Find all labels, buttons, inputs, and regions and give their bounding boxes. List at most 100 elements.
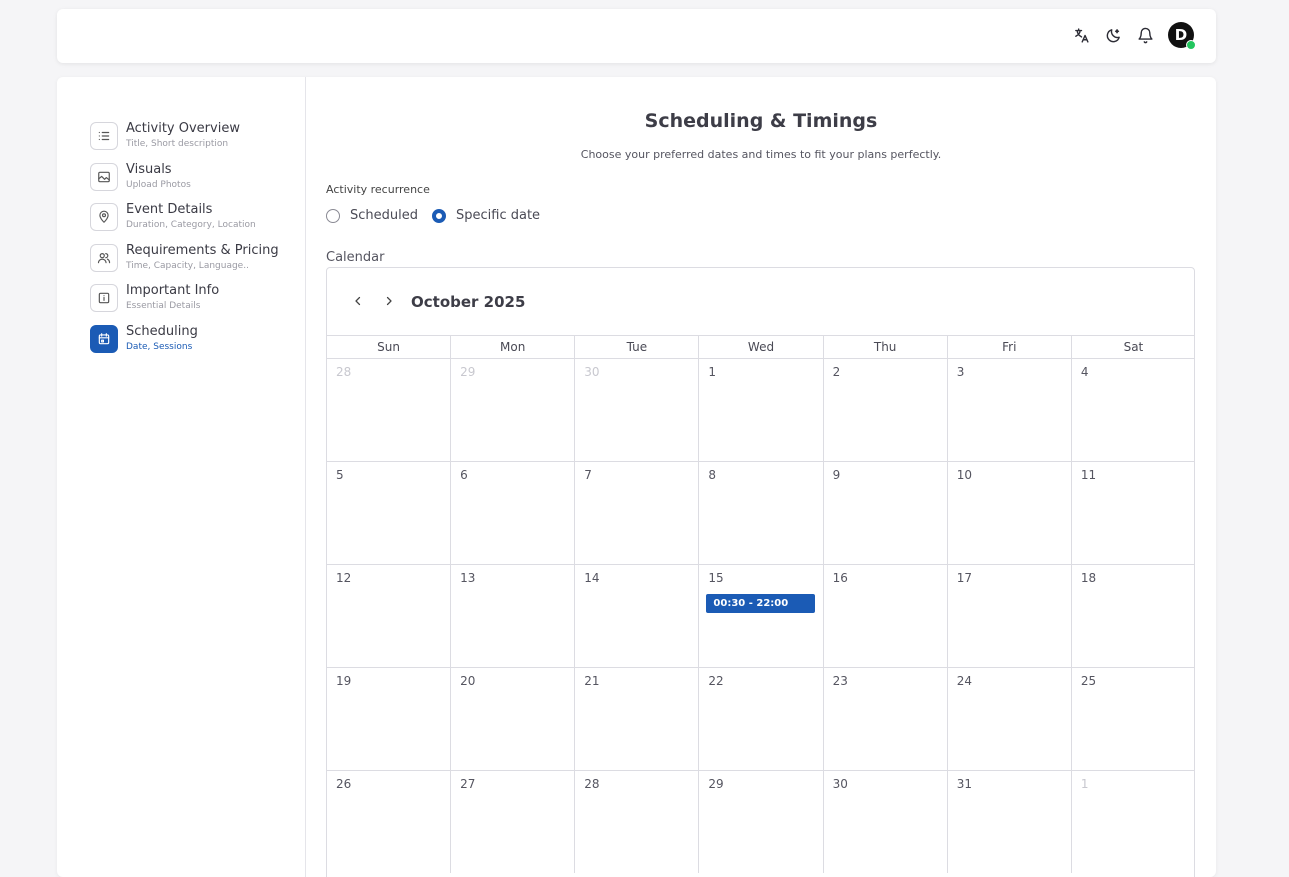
day-number: 16 — [832, 571, 848, 585]
calendar-day-cell[interactable]: 21 — [574, 667, 699, 770]
calendar-day-cell[interactable]: 1 — [698, 358, 823, 461]
page-subtitle: Choose your preferred dates and times to… — [580, 148, 942, 161]
calendar-day-cell[interactable]: 5 — [326, 461, 451, 564]
recurrence-label: Activity recurrence — [326, 183, 430, 196]
translate-icon[interactable] — [1072, 26, 1090, 44]
step-title: Requirements & Pricing — [126, 242, 279, 258]
calendar-day-cell[interactable]: 15 00:30 - 22:00 — [698, 564, 823, 667]
calendar-day-cell[interactable]: 10 — [946, 461, 1071, 564]
day-number: 14 — [584, 571, 600, 585]
main-panel: Scheduling & Timings Choose your preferr… — [306, 77, 1216, 877]
day-number: 7 — [584, 468, 592, 482]
calendar-day-cell[interactable]: 26 — [326, 770, 451, 873]
calendar-day-cell[interactable]: 27 — [450, 770, 575, 873]
calendar-day-cell[interactable]: 6 — [450, 461, 575, 564]
weekday-header: Mon — [450, 335, 575, 358]
calendar-day-cell[interactable]: 2 — [822, 358, 947, 461]
calendar-day-cell[interactable]: 30 — [822, 770, 947, 873]
day-number: 25 — [1080, 674, 1097, 688]
step-subtitle: Upload Photos — [126, 179, 191, 190]
calendar-day-cell[interactable]: 28 — [326, 358, 451, 461]
calendar-day-cell[interactable]: 4 — [1070, 358, 1195, 461]
day-number: 4 — [1080, 365, 1089, 379]
chevron-left-icon[interactable] — [351, 294, 365, 308]
step-important-info[interactable]: Important Info Essential Details — [90, 283, 279, 324]
radio-scheduled[interactable]: Scheduled — [326, 208, 418, 223]
calendar-day-cell[interactable]: 18 — [1070, 564, 1195, 667]
day-number: 2 — [832, 365, 841, 379]
calendar-day-cell[interactable]: 12 — [326, 564, 451, 667]
step-activity-overview[interactable]: Activity Overview Title, Short descripti… — [90, 121, 279, 162]
calendar-day-cell[interactable]: 31 — [946, 770, 1071, 873]
calendar-day-cell[interactable]: 29 — [698, 770, 823, 873]
calendar-day-cell[interactable]: 24 — [946, 667, 1071, 770]
calendar-day-cell[interactable]: 22 — [698, 667, 823, 770]
calendar-day-cell[interactable]: 3 — [946, 358, 1071, 461]
calendar-day-cell[interactable]: 1 — [1070, 770, 1195, 873]
day-number: 3 — [956, 365, 965, 379]
day-number: 30 — [832, 777, 848, 791]
top-bar: D — [57, 9, 1216, 63]
radio-unchecked-icon — [326, 208, 340, 223]
users-icon — [90, 243, 118, 272]
radio-label: Specific date — [456, 208, 541, 223]
step-requirements-pricing[interactable]: Requirements & Pricing Time, Capacity, L… — [90, 243, 279, 284]
day-number: 6 — [460, 468, 468, 482]
calendar-day-cell[interactable]: 28 — [574, 770, 699, 873]
weekday-header: Thu — [822, 335, 947, 358]
calendar-event[interactable]: 00:30 - 22:00 — [706, 594, 816, 613]
day-number: 18 — [1080, 571, 1097, 585]
day-number: 20 — [460, 674, 476, 688]
content-card: Activity Overview Title, Short descripti… — [57, 77, 1216, 877]
day-number: 29 — [460, 365, 476, 379]
chevron-right-icon[interactable] — [382, 294, 396, 308]
day-number: 12 — [336, 571, 352, 585]
calendar-day-cell[interactable]: 20 — [450, 667, 575, 770]
calendar-day-cell[interactable]: 23 — [822, 667, 947, 770]
step-subtitle: Time, Capacity, Language.. — [126, 260, 249, 271]
dark-mode-icon[interactable] — [1104, 26, 1122, 44]
avatar-letter: D — [1174, 25, 1188, 44]
calendar-day-cell[interactable]: 19 — [326, 667, 451, 770]
weekday-header: Sat — [1070, 335, 1195, 358]
calendar-day-cell[interactable]: 9 — [822, 461, 947, 564]
step-visuals[interactable]: Visuals Upload Photos — [90, 162, 279, 203]
step-scheduling[interactable]: Scheduling Date, Sessions — [90, 324, 279, 365]
image-icon — [90, 162, 118, 191]
calendar-day-cell[interactable]: 11 — [1070, 461, 1195, 564]
online-status-dot — [1186, 40, 1196, 50]
step-list: Activity Overview Title, Short descripti… — [90, 121, 279, 364]
day-number: 23 — [832, 674, 848, 688]
day-number: 13 — [460, 571, 476, 585]
header-actions: D — [1072, 22, 1196, 50]
calendar-day-cell[interactable]: 17 — [946, 564, 1071, 667]
calendar-day-cell[interactable]: 13 — [450, 564, 575, 667]
avatar[interactable]: D — [1168, 22, 1196, 50]
step-subtitle: Duration, Category, Location — [126, 220, 256, 230]
step-title: Important Info — [126, 283, 220, 298]
calendar-day-cell[interactable]: 30 — [574, 358, 699, 461]
calendar-month-title: October 2025 — [411, 293, 526, 311]
step-title: Activity Overview — [126, 121, 240, 136]
radio-specific-date[interactable]: Specific date — [432, 208, 540, 223]
calendar-label: Calendar — [326, 250, 385, 265]
steps-sidebar: Activity Overview Title, Short descripti… — [57, 77, 306, 877]
day-number: 24 — [956, 674, 972, 688]
calendar-day-cell[interactable]: 29 — [450, 358, 575, 461]
step-event-details[interactable]: Event Details Duration, Category, Locati… — [90, 202, 279, 243]
step-subtitle: Title, Short description — [126, 139, 229, 149]
day-number: 27 — [460, 777, 476, 791]
day-number: 17 — [956, 571, 972, 585]
day-number: 21 — [584, 674, 600, 688]
notification-bell-icon[interactable] — [1136, 26, 1154, 44]
step-subtitle: Essential Details — [126, 301, 201, 311]
calendar-day-cell[interactable]: 8 — [698, 461, 823, 564]
weekday-header: Wed — [698, 335, 823, 358]
calendar-day-cell[interactable]: 16 — [822, 564, 947, 667]
calendar-day-cell[interactable]: 14 — [574, 564, 699, 667]
weekday-header: Fri — [946, 335, 1071, 358]
info-icon — [90, 284, 118, 312]
calendar-day-cell[interactable]: 7 — [574, 461, 699, 564]
day-number: 9 — [832, 468, 841, 482]
calendar-day-cell[interactable]: 25 — [1070, 667, 1195, 770]
